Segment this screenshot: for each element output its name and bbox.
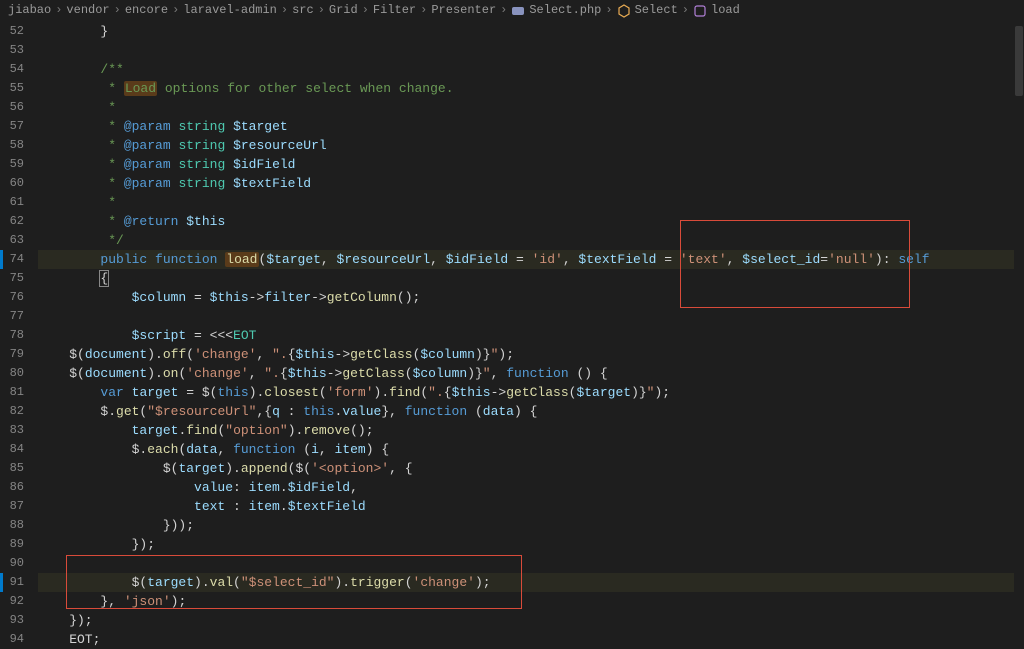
code-line[interactable] [38,41,1014,60]
code-line[interactable]: })); [38,516,1014,535]
scrollbar[interactable] [1014,22,1024,639]
code-line[interactable]: } [38,22,1014,41]
chevron-right-icon: › [172,1,179,20]
breadcrumb-item-method[interactable]: load [693,1,740,20]
code-editor[interactable]: 5253545556575859606162637475767778798081… [0,22,1024,639]
chevron-right-icon: › [55,1,62,20]
breadcrumb-item-file[interactable]: Select.php [511,1,601,20]
code-line[interactable]: var target = $(this).closest('form').fin… [38,383,1014,402]
breadcrumb-item[interactable]: Presenter [431,1,496,20]
code-line[interactable]: $(target).append($('<option>', { [38,459,1014,478]
code-line[interactable]: { [38,269,1014,288]
code-line[interactable]: * @param string $textField [38,174,1014,193]
chevron-right-icon: › [362,1,369,20]
code-line[interactable] [38,307,1014,326]
breadcrumb-item[interactable]: encore [125,1,168,20]
code-line[interactable] [38,554,1014,573]
chevron-right-icon: › [318,1,325,20]
breadcrumb[interactable]: jiabao › vendor › encore › laravel-admin… [0,0,1024,22]
code-line[interactable]: $.each(data, function (i, item) { [38,440,1014,459]
code-line[interactable]: EOT; [38,630,1014,649]
code-line[interactable]: * @param string $idField [38,155,1014,174]
breadcrumb-item[interactable]: jiabao [8,1,51,20]
breadcrumb-item[interactable]: vendor [66,1,109,20]
chevron-right-icon: › [281,1,288,20]
code-line[interactable]: */ [38,231,1014,250]
chevron-right-icon: › [682,1,689,20]
method-icon [693,4,707,18]
code-line[interactable]: * [38,193,1014,212]
code-line[interactable]: $column = $this->filter->getColumn(); [38,288,1014,307]
code-line[interactable]: }); [38,535,1014,554]
php-file-icon [511,4,525,18]
code-line[interactable]: $.get("$resourceUrl",{q : this.value}, f… [38,402,1014,421]
breadcrumb-item[interactable]: laravel-admin [183,1,277,20]
chevron-right-icon: › [500,1,507,20]
chevron-right-icon: › [420,1,427,20]
code-line[interactable]: * Load options for other select when cha… [38,79,1014,98]
code-line[interactable]: target.find("option").remove(); [38,421,1014,440]
code-line[interactable]: text : item.$textField [38,497,1014,516]
line-number-gutter: 5253545556575859606162637475767778798081… [0,22,28,639]
breadcrumb-item[interactable]: Grid [329,1,358,20]
breadcrumb-item[interactable]: src [292,1,314,20]
code-line[interactable]: value: item.$idField, [38,478,1014,497]
code-line[interactable]: $(document).off('change', ".{$this->getC… [38,345,1014,364]
chevron-right-icon: › [114,1,121,20]
code-line[interactable]: * @param string $target [38,117,1014,136]
breadcrumb-item[interactable]: Filter [373,1,416,20]
code-line[interactable]: * @return $this [38,212,1014,231]
code-line[interactable]: }); [38,611,1014,630]
code-area[interactable]: } /** * Load options for other select wh… [28,22,1014,639]
code-line[interactable]: /** [38,60,1014,79]
code-line[interactable]: * @param string $resourceUrl [38,136,1014,155]
code-line[interactable]: * [38,98,1014,117]
class-icon [617,4,631,18]
code-line[interactable]: $(target).val("$select_id").trigger('cha… [38,573,1014,592]
code-line[interactable]: $(document).on('change', ".{$this->getCl… [38,364,1014,383]
chevron-right-icon: › [605,1,612,20]
scrollbar-thumb[interactable] [1015,26,1023,96]
code-line[interactable]: public function load($target, $resourceU… [38,250,1014,269]
code-line[interactable]: $script = <<<EOT [38,326,1014,345]
code-line[interactable]: }, 'json'); [38,592,1014,611]
breadcrumb-item-class[interactable]: Select [617,1,678,20]
